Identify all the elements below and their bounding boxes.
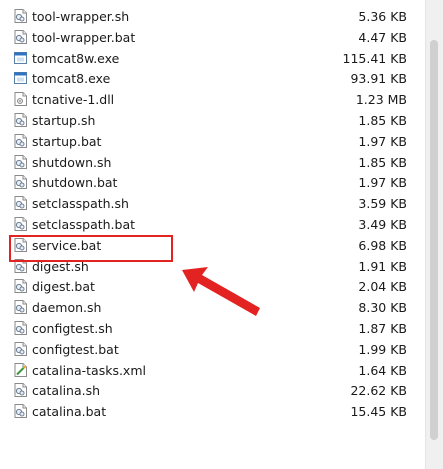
script-file-icon [14,133,27,148]
file-size: 8.30 KB [358,300,407,316]
file-name: tcnative-1.dll [32,92,115,108]
file-name: catalina-tasks.xml [32,362,146,378]
script-file-icon [14,383,27,398]
file-name: catalina.sh [32,383,101,399]
red-arrow-annotation [182,267,260,316]
file-row-configtest-bat[interactable]: configtest.bat 1.99 KB [0,339,425,360]
file-row-tcnative-1-dll[interactable]: tcnative-1.dll 1.23 MB [0,89,425,110]
file-row-catalina-tasks-xml[interactable]: catalina-tasks.xml 1.64 KB [0,360,425,381]
highlight-box-service-bat [9,235,173,262]
script-file-icon [14,341,27,356]
script-file-icon [14,300,27,315]
file-row-setclasspath-bat[interactable]: setclasspath.bat 3.49 KB [0,214,425,235]
file-size: 115.41 KB [342,50,407,66]
scrollbar-thumb[interactable] [430,40,438,440]
script-file-icon [14,112,27,127]
file-name: configtest.sh [32,320,113,336]
file-name: configtest.bat [32,341,119,357]
file-list: tool-wrapper.sh 5.36 KB tool-wrapper.bat… [0,6,425,422]
script-file-icon [14,175,27,190]
file-row-tool-wrapper-sh[interactable]: tool-wrapper.sh 5.36 KB [0,6,425,27]
file-row-configtest-sh[interactable]: configtest.sh 1.87 KB [0,318,425,339]
file-name: tool-wrapper.bat [32,29,136,45]
script-file-icon [14,9,27,23]
file-size: 1.97 KB [358,133,407,149]
file-row-startup-bat[interactable]: startup.bat 1.97 KB [0,131,425,152]
file-size: 22.62 KB [350,383,407,399]
file-size: 5.36 KB [358,9,407,24]
file-name: digest.bat [32,279,95,295]
file-size: 1.85 KB [358,154,407,170]
script-file-icon [14,29,27,44]
file-size: 1.99 KB [358,341,407,357]
exe-file-icon [14,71,27,85]
file-name: shutdown.bat [32,175,118,191]
file-size: 15.45 KB [350,404,407,420]
file-name: catalina.bat [32,404,107,420]
file-name: startup.sh [32,112,96,128]
file-name: tomcat8w.exe [32,50,120,66]
file-size: 2.04 KB [358,279,407,295]
script-file-icon [14,279,27,294]
file-size: 1.91 KB [358,258,407,274]
script-file-icon [14,320,27,335]
xml-file-icon [14,362,27,377]
file-row-setclasspath-sh[interactable]: setclasspath.sh 3.59 KB [0,193,425,214]
file-size: 4.47 KB [358,29,407,45]
file-size: 93.91 KB [350,71,407,87]
file-name: startup.bat [32,133,102,149]
file-name: tool-wrapper.sh [32,9,130,24]
file-size: 6.98 KB [358,237,407,253]
dll-file-icon [14,92,27,107]
script-file-icon [14,196,27,211]
file-row-startup-sh[interactable]: startup.sh 1.85 KB [0,110,425,131]
script-file-icon [14,404,27,419]
file-row-tomcat8-exe[interactable]: tomcat8.exe 93.91 KB [0,68,425,89]
exe-file-icon [14,51,27,65]
file-row-shutdown-sh[interactable]: shutdown.sh 1.85 KB [0,152,425,173]
file-name: setclasspath.sh [32,196,129,212]
script-file-icon [14,154,27,169]
file-name: daemon.sh [32,300,102,316]
file-row-tool-wrapper-bat[interactable]: tool-wrapper.bat 4.47 KB [0,27,425,48]
script-file-icon [14,216,27,231]
file-name: tomcat8.exe [32,71,111,87]
file-name: shutdown.sh [32,154,112,170]
file-size: 1.85 KB [358,112,407,128]
file-row-tomcat8w-exe[interactable]: tomcat8w.exe 115.41 KB [0,48,425,69]
file-size: 1.64 KB [358,362,407,378]
file-size: 3.59 KB [358,196,407,212]
file-row-catalina-sh[interactable]: catalina.sh 22.62 KB [0,380,425,401]
file-size: 1.23 MB [355,92,407,108]
file-row-shutdown-bat[interactable]: shutdown.bat 1.97 KB [0,172,425,193]
file-size: 1.97 KB [358,175,407,191]
vertical-scrollbar[interactable] [425,0,443,469]
file-size: 1.87 KB [358,320,407,336]
file-name: setclasspath.bat [32,216,136,232]
file-row-catalina-bat[interactable]: catalina.bat 15.45 KB [0,401,425,422]
file-size: 3.49 KB [358,216,407,232]
